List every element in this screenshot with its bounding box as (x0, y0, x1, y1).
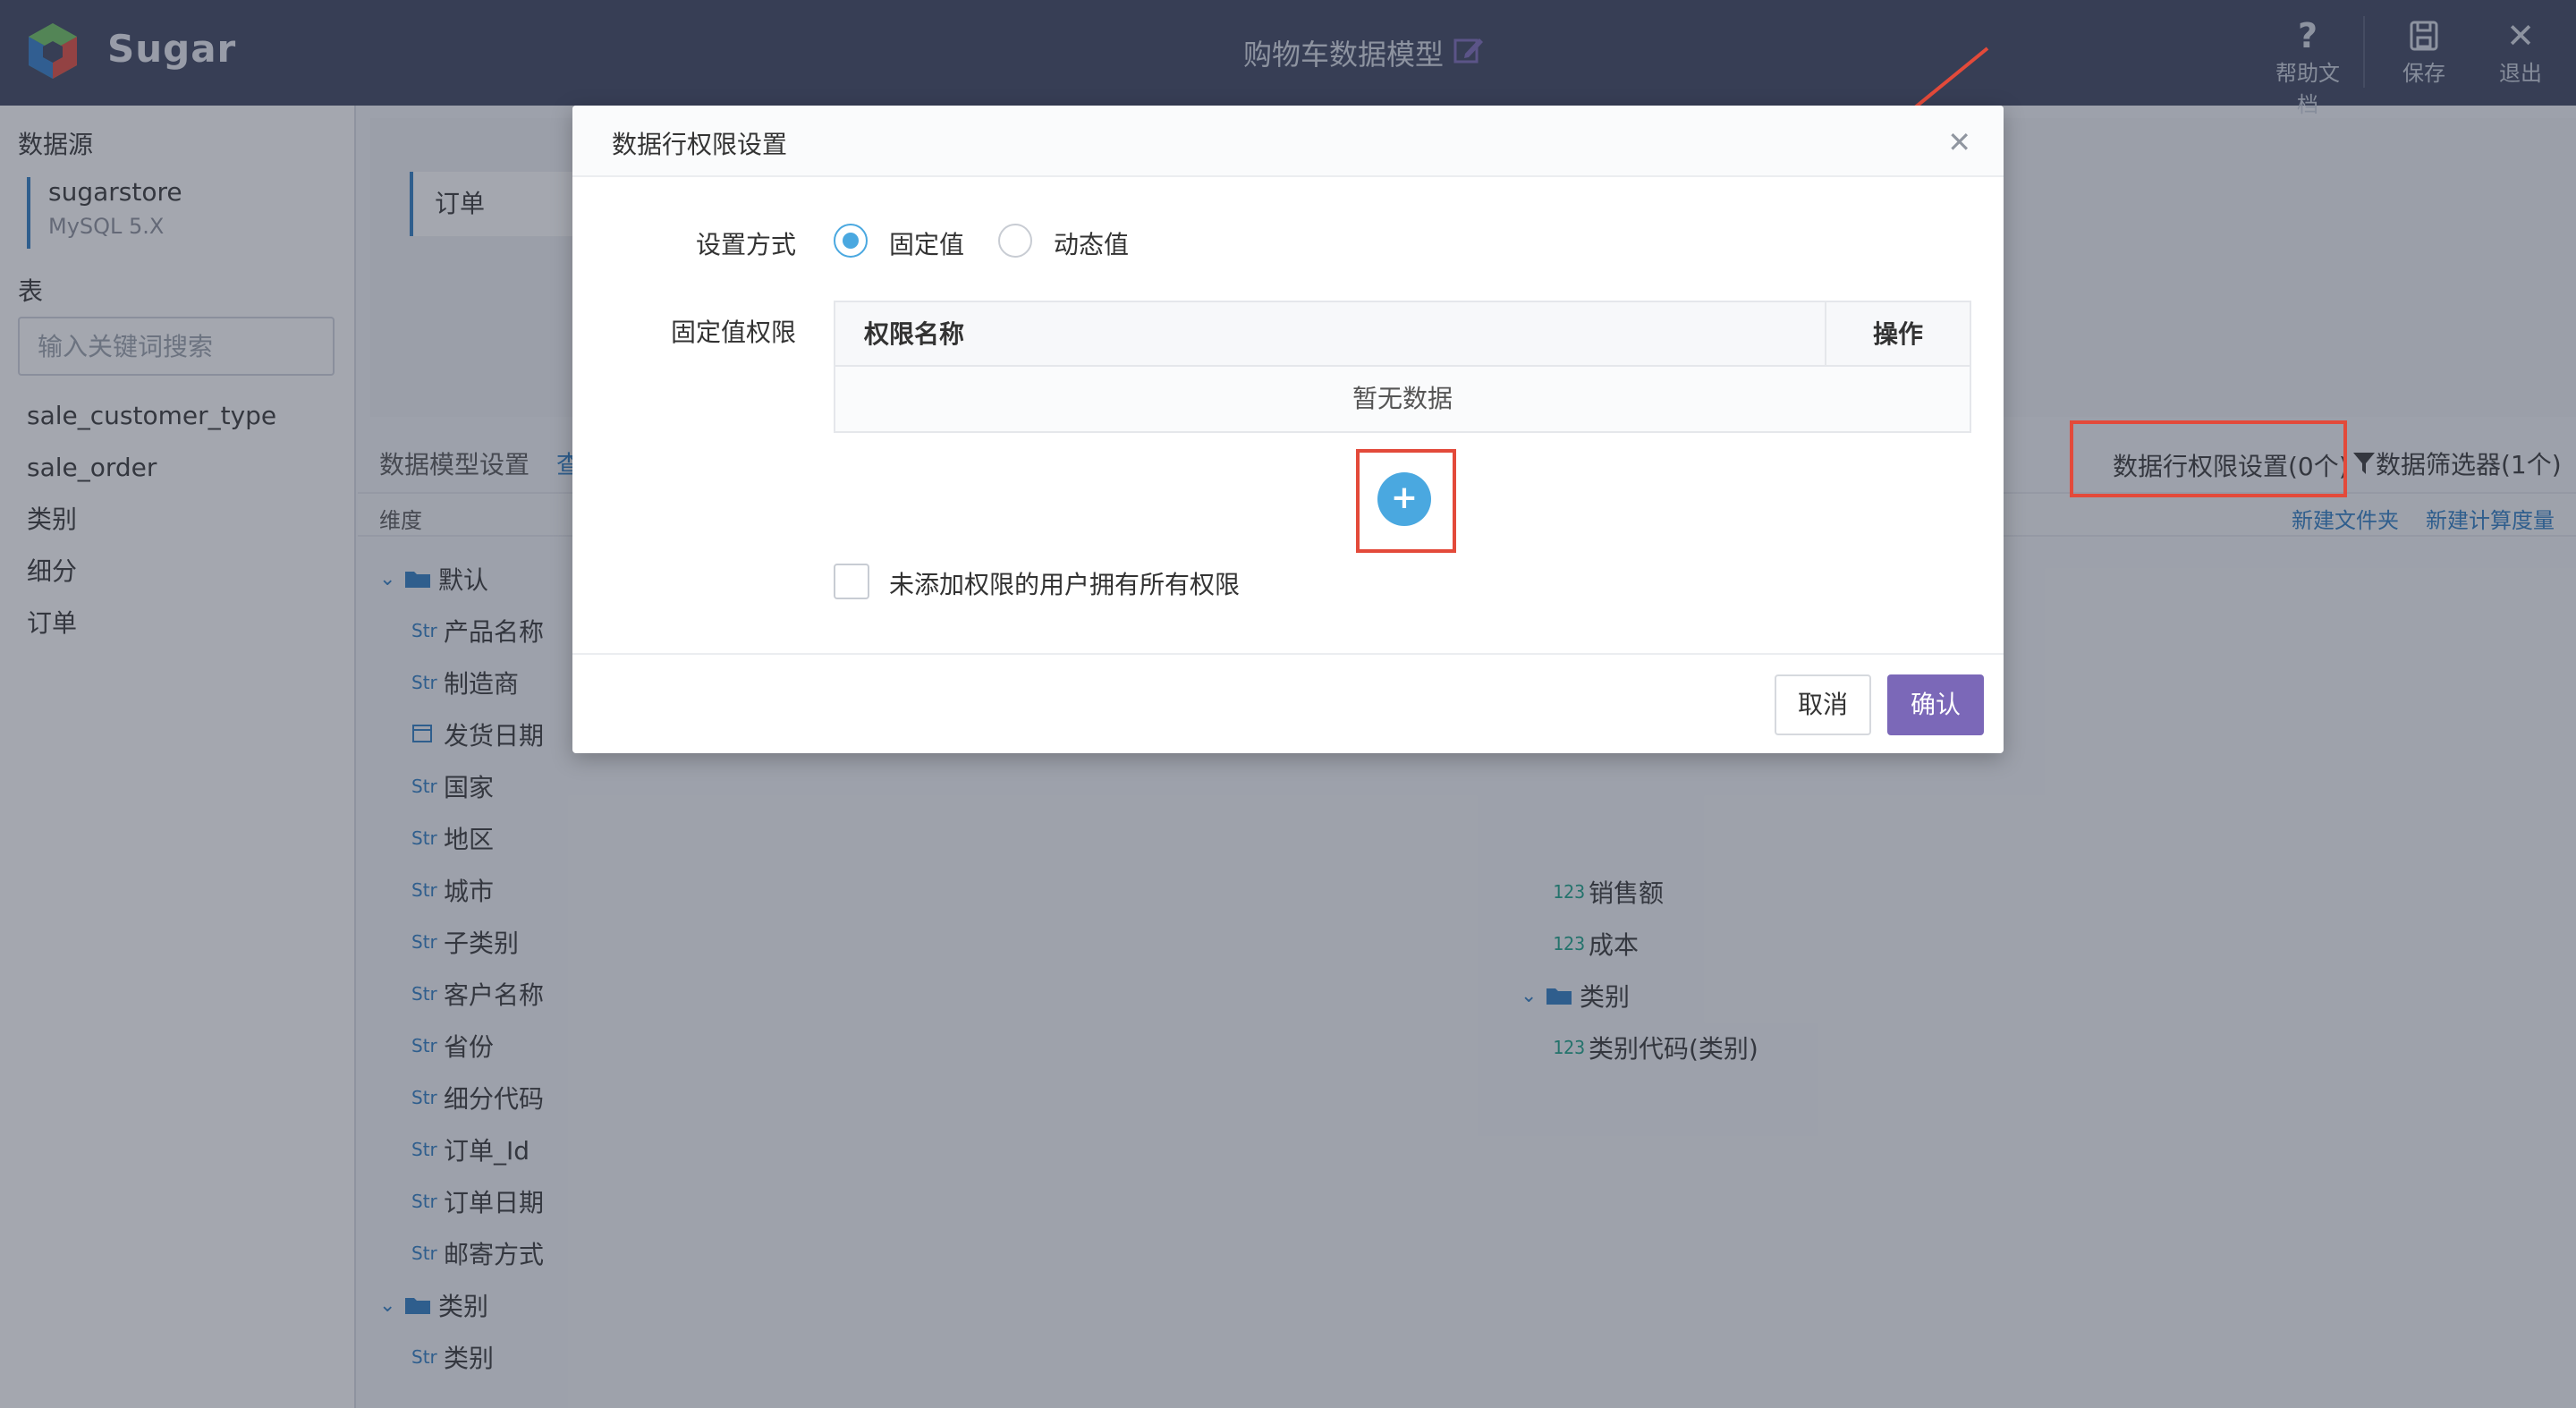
permission-table-header: 权限名称 操作 (835, 302, 1970, 367)
permission-table: 权限名称 操作 暂无数据 (834, 301, 1971, 433)
dialog-footer: 取消 确认 (572, 653, 2004, 753)
row-permission-dialog: 数据行权限设置 ✕ 设置方式 固定值 动态值 固定值权限 权限名称 操作 暂无数… (572, 106, 2004, 753)
dialog-title: 数据行权限设置 (612, 130, 788, 159)
all-permission-checkbox[interactable] (834, 564, 869, 599)
fixed-permission-label: 固定值权限 (670, 318, 796, 347)
mode-label: 设置方式 (695, 230, 796, 259)
radio-fixed[interactable] (834, 224, 868, 258)
dialog-header: 数据行权限设置 ✕ (572, 106, 2004, 177)
all-permission-label: 未添加权限的用户拥有所有权限 (889, 570, 1241, 599)
highlight-box (1356, 449, 1456, 553)
cancel-button[interactable]: 取消 (1775, 674, 1871, 735)
col-permission-name: 权限名称 (835, 302, 1826, 365)
col-action: 操作 (1872, 319, 1923, 349)
highlight-box (2070, 420, 2347, 497)
radio-fixed-label[interactable]: 固定值 (889, 225, 964, 261)
confirm-button[interactable]: 确认 (1887, 674, 1984, 735)
empty-state: 暂无数据 (835, 367, 1970, 431)
radio-dynamic-label[interactable]: 动态值 (1054, 225, 1129, 261)
close-icon[interactable]: ✕ (1947, 125, 1971, 159)
radio-dynamic[interactable] (998, 224, 1032, 258)
